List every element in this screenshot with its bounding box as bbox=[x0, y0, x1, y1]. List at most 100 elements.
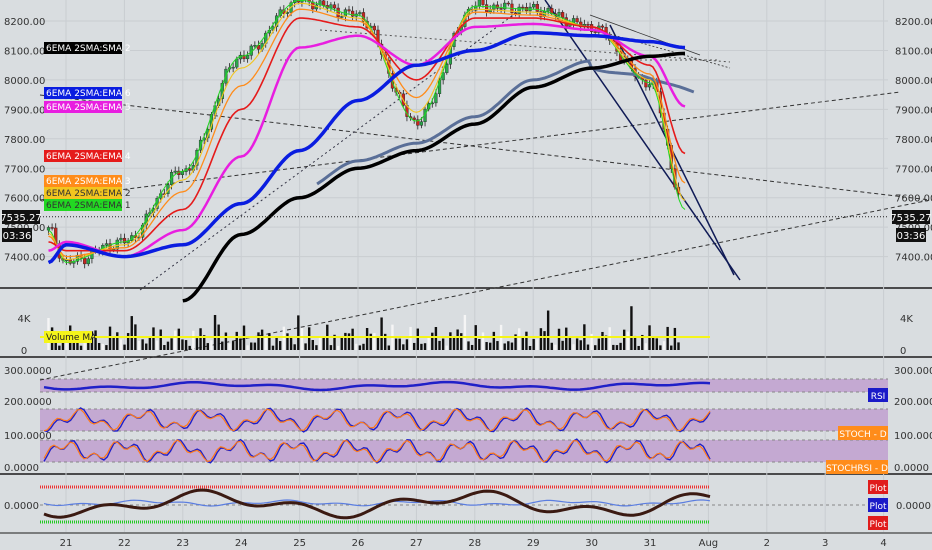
volume-bar bbox=[517, 328, 521, 350]
volume-bar bbox=[159, 329, 162, 350]
legend-item[interactable]: 6EMA 2SMA:EMA 1 bbox=[44, 199, 131, 211]
plot-tag-text: Plot bbox=[870, 502, 887, 512]
volume-bar bbox=[347, 333, 351, 350]
legend-label: 6EMA 2SMA:EMA 5 bbox=[46, 103, 131, 113]
candle-body bbox=[532, 3, 536, 8]
price-tick-right: 8100.00 bbox=[895, 46, 932, 57]
candle-body bbox=[104, 243, 109, 246]
volume-bar bbox=[221, 341, 224, 350]
price-pane[interactable] bbox=[40, 0, 888, 287]
candle-body bbox=[412, 117, 416, 120]
volume-bar bbox=[510, 342, 514, 350]
volume-tick-right: 4K bbox=[900, 314, 913, 325]
candle-body bbox=[235, 58, 239, 68]
volume-bar bbox=[239, 338, 242, 350]
volume-bar bbox=[387, 345, 391, 350]
candle-body bbox=[600, 25, 605, 28]
candle-body bbox=[561, 12, 565, 18]
volume-bar bbox=[72, 342, 76, 350]
volume-bar bbox=[615, 345, 619, 350]
volume-bar bbox=[108, 326, 112, 350]
legend-label: 6EMA 2SMA:EMA 3 bbox=[46, 177, 131, 187]
candle-body bbox=[557, 12, 561, 16]
volume-bar bbox=[409, 326, 412, 350]
plot-tags[interactable]: Plot Plot Plot bbox=[868, 480, 888, 530]
time-axis[interactable]: 21 22 23 24 25 26 27 28 29 30 31 Aug 2 3 4 bbox=[60, 538, 887, 549]
legend-item[interactable]: 6EMA 2SMA:EMA 2 bbox=[44, 187, 131, 199]
price-tick-right: 7900.00 bbox=[895, 105, 932, 116]
volume-bar bbox=[423, 343, 427, 350]
legend-item[interactable]: 6EMA 2SMA:EMA 3 bbox=[44, 175, 131, 187]
price-axis-left[interactable]: 8200.00 8100.00 8000.00 7900.00 7800.00 7700.… bbox=[4, 17, 45, 264]
stochrsi-tag[interactable]: STOCHRSI - D bbox=[826, 460, 888, 474]
volume-bar bbox=[532, 338, 535, 350]
time-tick: Aug bbox=[699, 538, 719, 549]
volume-bar bbox=[677, 342, 680, 350]
candle-body bbox=[419, 121, 424, 126]
price-tick-right: 7800.00 bbox=[895, 135, 932, 146]
last-price-right: 7535.27 bbox=[890, 213, 931, 224]
stoch-tag[interactable]: STOCH - D bbox=[838, 426, 888, 440]
plot-tag-text: Plot bbox=[870, 484, 887, 494]
volume-bar bbox=[445, 345, 448, 350]
volume-bar bbox=[670, 345, 673, 350]
volume-bar bbox=[97, 342, 101, 350]
volume-bar bbox=[405, 339, 409, 350]
volume-bar bbox=[666, 326, 669, 350]
volume-bar bbox=[307, 327, 311, 350]
candle-body bbox=[322, 0, 326, 6]
volume-bar bbox=[355, 343, 358, 350]
time-tick: 29 bbox=[527, 538, 540, 549]
volume-bar bbox=[130, 316, 133, 350]
volume-bar bbox=[503, 343, 506, 350]
volume-bar bbox=[116, 332, 119, 350]
volume-bar bbox=[673, 327, 677, 350]
volume-bar bbox=[594, 345, 597, 350]
candle-body bbox=[358, 12, 362, 15]
volume-bar bbox=[119, 339, 123, 350]
legend-item[interactable]: 6EMA 2SMA:EMA 4 bbox=[44, 150, 131, 162]
candle-body bbox=[231, 66, 235, 69]
volume-bar bbox=[297, 315, 300, 350]
volume-bar bbox=[489, 342, 492, 350]
volume-bar bbox=[608, 327, 611, 350]
candle-body bbox=[253, 45, 257, 47]
volume-bar bbox=[264, 335, 267, 350]
volume-bar bbox=[170, 338, 173, 350]
candle-body bbox=[484, 4, 489, 13]
price-tick-left: 7800.00 bbox=[4, 135, 45, 146]
volume-bar bbox=[145, 343, 148, 350]
volume-bar bbox=[344, 332, 347, 350]
legend-item[interactable]: 6EMA 2SMA:SMA 2 bbox=[44, 42, 131, 54]
legend-item[interactable]: 6EMA 2SMA:EMA 6 bbox=[44, 87, 131, 99]
candle-body bbox=[336, 7, 340, 18]
volume-bar bbox=[579, 340, 582, 350]
volume-bar bbox=[224, 332, 228, 350]
volume-bar bbox=[362, 343, 365, 350]
rsi-tag-text: RSI bbox=[871, 392, 886, 402]
legend-item[interactable]: 6EMA 2SMA:EMA 5 bbox=[44, 101, 131, 113]
price-tick-left: 8200.00 bbox=[4, 17, 45, 28]
volume-bar bbox=[279, 341, 282, 350]
volume-bar bbox=[195, 338, 199, 350]
rsi-tag[interactable]: RSI bbox=[868, 388, 888, 402]
volume-bar bbox=[184, 340, 188, 350]
price-tick-left: 7900.00 bbox=[4, 105, 45, 116]
volume-bar bbox=[188, 345, 191, 350]
candle-body bbox=[644, 79, 648, 88]
candle-body bbox=[372, 25, 376, 31]
price-tick-left: 7600.00 bbox=[4, 194, 45, 205]
candle-body bbox=[50, 227, 54, 229]
volume-bar bbox=[655, 338, 658, 350]
price-tick-right: 7700.00 bbox=[895, 164, 932, 175]
osc-tick-left: 200.0000 bbox=[4, 397, 52, 408]
volume-bar bbox=[651, 336, 655, 350]
candle-body bbox=[445, 64, 449, 73]
tradingview-chart[interactable]: 8200.00 8100.00 8000.00 7900.00 7800.00 7700.… bbox=[0, 0, 932, 550]
volume-bar bbox=[416, 328, 420, 350]
volume-bar bbox=[329, 345, 333, 350]
countdown-left: 03:36 bbox=[3, 231, 32, 242]
volume-bar bbox=[311, 340, 314, 350]
candle-body bbox=[575, 18, 579, 23]
price-axis-right[interactable]: 8200.00 8100.00 8000.00 7900.00 7800.00 7700.… bbox=[895, 17, 932, 264]
